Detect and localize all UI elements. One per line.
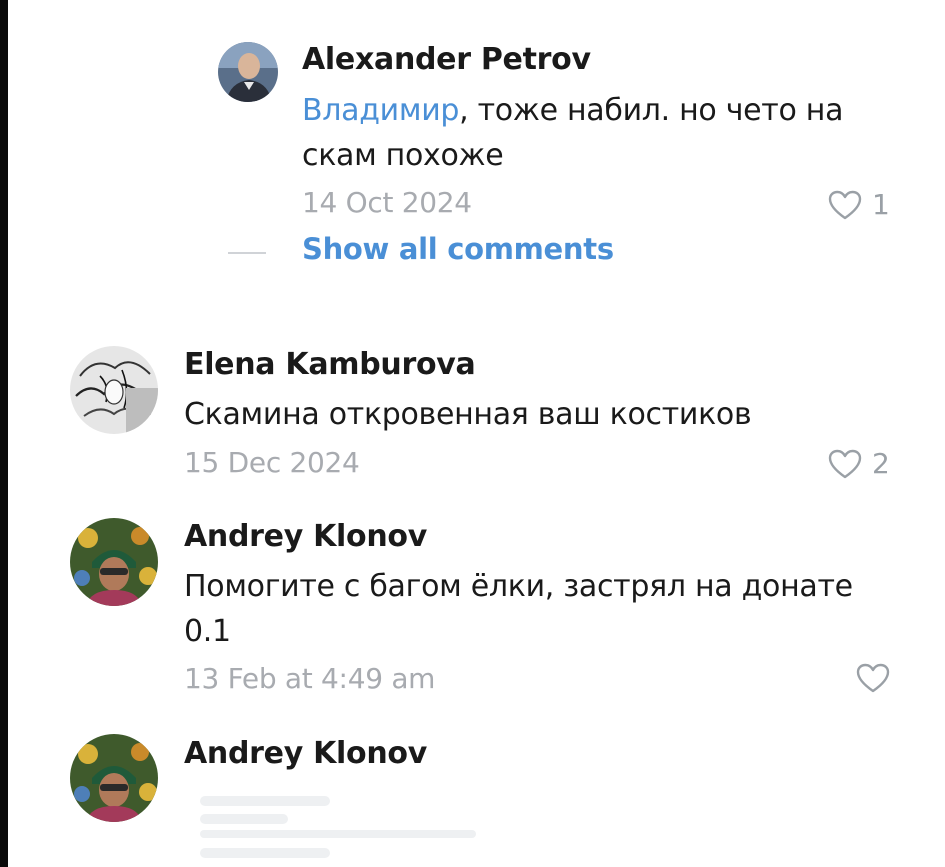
loading-placeholder	[200, 796, 330, 806]
avatar[interactable]	[70, 346, 158, 434]
heart-icon	[856, 663, 890, 693]
mention-link[interactable]: Владимир	[302, 93, 459, 128]
like-button[interactable]	[856, 663, 890, 693]
comment-date: 15 Dec 2024	[184, 446, 360, 479]
like-button[interactable]: 2	[828, 447, 890, 480]
heart-icon	[828, 190, 862, 219]
comment-date: 14 Oct 2024	[302, 186, 472, 219]
show-all-comments-link[interactable]: Show all comments	[302, 232, 614, 266]
like-count: 2	[872, 447, 890, 480]
comment-text: Скамина откровенная ваш костиков	[184, 397, 752, 432]
avatar[interactable]	[70, 734, 158, 822]
comment-author[interactable]: Alexander Petrov	[302, 42, 591, 77]
comment-author[interactable]: Andrey Klonov	[184, 519, 427, 554]
like-count: 1	[872, 188, 890, 221]
like-button[interactable]: 1	[828, 188, 890, 221]
loading-placeholder	[200, 848, 330, 858]
heart-icon	[828, 449, 862, 478]
divider	[228, 252, 266, 254]
comment-author[interactable]: Elena Kamburova	[184, 347, 476, 382]
show-all-comments[interactable]: Show all comments	[228, 232, 614, 266]
avatar[interactable]	[218, 42, 278, 102]
comment-text: Помогите с багом ёлки, застрял на донате…	[184, 569, 853, 649]
comment-date: 13 Feb at 4:49 am	[184, 662, 436, 695]
comment-author[interactable]: Andrey Klonov	[184, 736, 427, 771]
loading-placeholder	[200, 814, 288, 824]
comment-text: Владимир, тоже набил. но чето на скам пох…	[302, 93, 844, 173]
window-edge	[0, 0, 8, 867]
loading-placeholder	[200, 830, 476, 838]
avatar[interactable]	[70, 518, 158, 606]
